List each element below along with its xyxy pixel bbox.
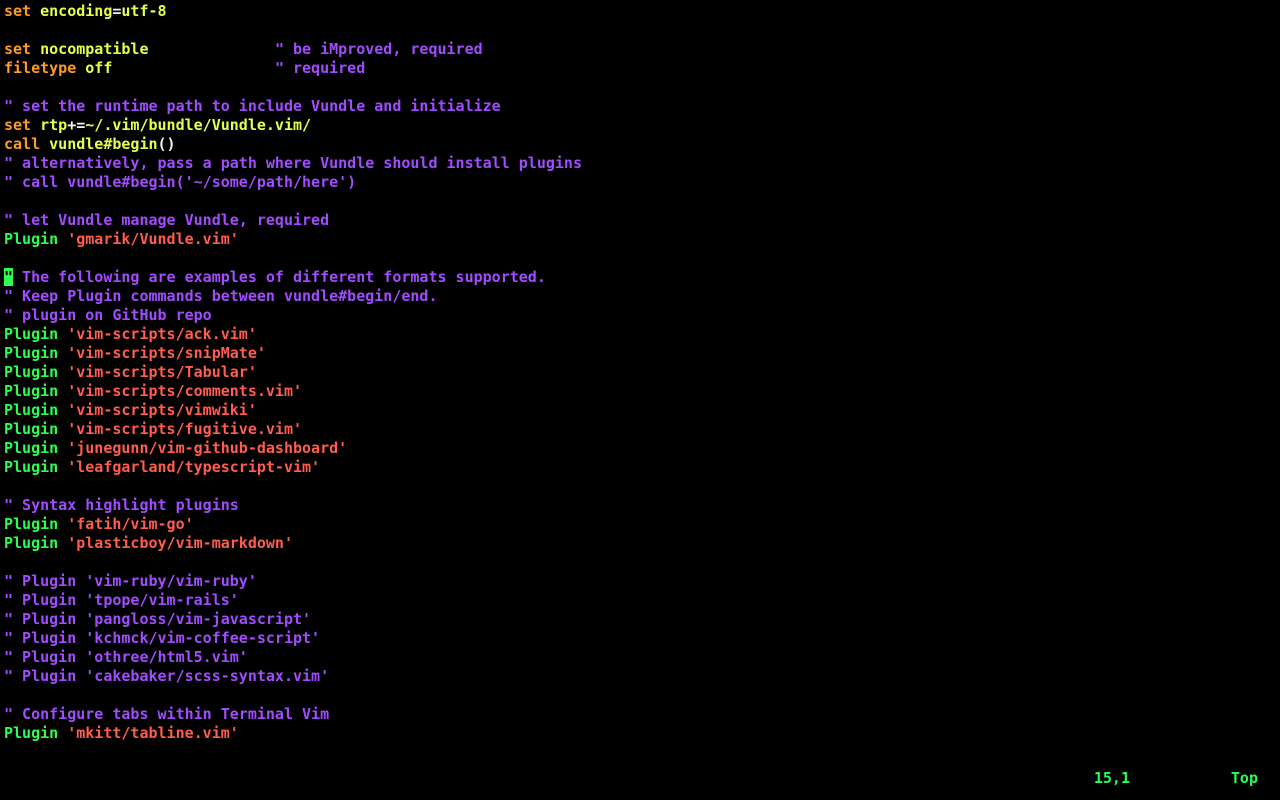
code-line: Plugin 'junegunn/vim-github-dashboard' xyxy=(4,439,1276,458)
code-line: Plugin 'mkitt/tabline.vim' xyxy=(4,724,1276,743)
code-line: Plugin 'vim-scripts/vimwiki' xyxy=(4,401,1276,420)
code-line: set rtp+=~/.vim/bundle/Vundle.vim/ xyxy=(4,116,1276,135)
code-line xyxy=(4,192,1276,211)
editor-buffer[interactable]: set encoding=utf-8 set nocompatible " be… xyxy=(0,0,1280,762)
code-line: " Plugin 'vim-ruby/vim-ruby' xyxy=(4,572,1276,591)
code-line: " set the runtime path to include Vundle… xyxy=(4,97,1276,116)
code-line: set encoding=utf-8 xyxy=(4,2,1276,21)
code-line: Plugin 'leafgarland/typescript-vim' xyxy=(4,458,1276,477)
code-line: " alternatively, pass a path where Vundl… xyxy=(4,154,1276,173)
code-line: " Keep Plugin commands between vundle#be… xyxy=(4,287,1276,306)
code-line: Plugin 'vim-scripts/snipMate' xyxy=(4,344,1276,363)
code-line: " Plugin 'kchmck/vim-coffee-script' xyxy=(4,629,1276,648)
code-line: set nocompatible " be iMproved, required xyxy=(4,40,1276,59)
code-line xyxy=(4,78,1276,97)
code-line: " Plugin 'pangloss/vim-javascript' xyxy=(4,610,1276,629)
code-line: " Configure tabs within Terminal Vim xyxy=(4,705,1276,724)
code-line: call vundle#begin() xyxy=(4,135,1276,154)
code-line xyxy=(4,686,1276,705)
code-line: " Plugin 'othree/html5.vim' xyxy=(4,648,1276,667)
code-line xyxy=(4,477,1276,496)
code-line: " Plugin 'tpope/vim-rails' xyxy=(4,591,1276,610)
code-line: " The following are examples of differen… xyxy=(4,268,1276,287)
code-line: Plugin 'vim-scripts/ack.vim' xyxy=(4,325,1276,344)
status-ruler: 15,1 Top xyxy=(0,769,1280,788)
cursor-position: 15,1 xyxy=(1094,769,1130,788)
code-line: Plugin 'vim-scripts/Tabular' xyxy=(4,363,1276,382)
code-line: " call vundle#begin('~/some/path/here') xyxy=(4,173,1276,192)
code-line: Plugin 'plasticboy/vim-markdown' xyxy=(4,534,1276,553)
code-line: Plugin 'fatih/vim-go' xyxy=(4,515,1276,534)
code-line xyxy=(4,249,1276,268)
code-line: Plugin 'vim-scripts/fugitive.vim' xyxy=(4,420,1276,439)
code-line xyxy=(4,21,1276,40)
code-line: Plugin 'vim-scripts/comments.vim' xyxy=(4,382,1276,401)
code-line: filetype off " required xyxy=(4,59,1276,78)
code-line: " Syntax highlight plugins xyxy=(4,496,1276,515)
code-line: " let Vundle manage Vundle, required xyxy=(4,211,1276,230)
code-line: Plugin 'gmarik/Vundle.vim' xyxy=(4,230,1276,249)
scroll-indicator: Top xyxy=(1231,769,1258,788)
code-line xyxy=(4,553,1276,572)
code-line: " Plugin 'cakebaker/scss-syntax.vim' xyxy=(4,667,1276,686)
code-line: " plugin on GitHub repo xyxy=(4,306,1276,325)
